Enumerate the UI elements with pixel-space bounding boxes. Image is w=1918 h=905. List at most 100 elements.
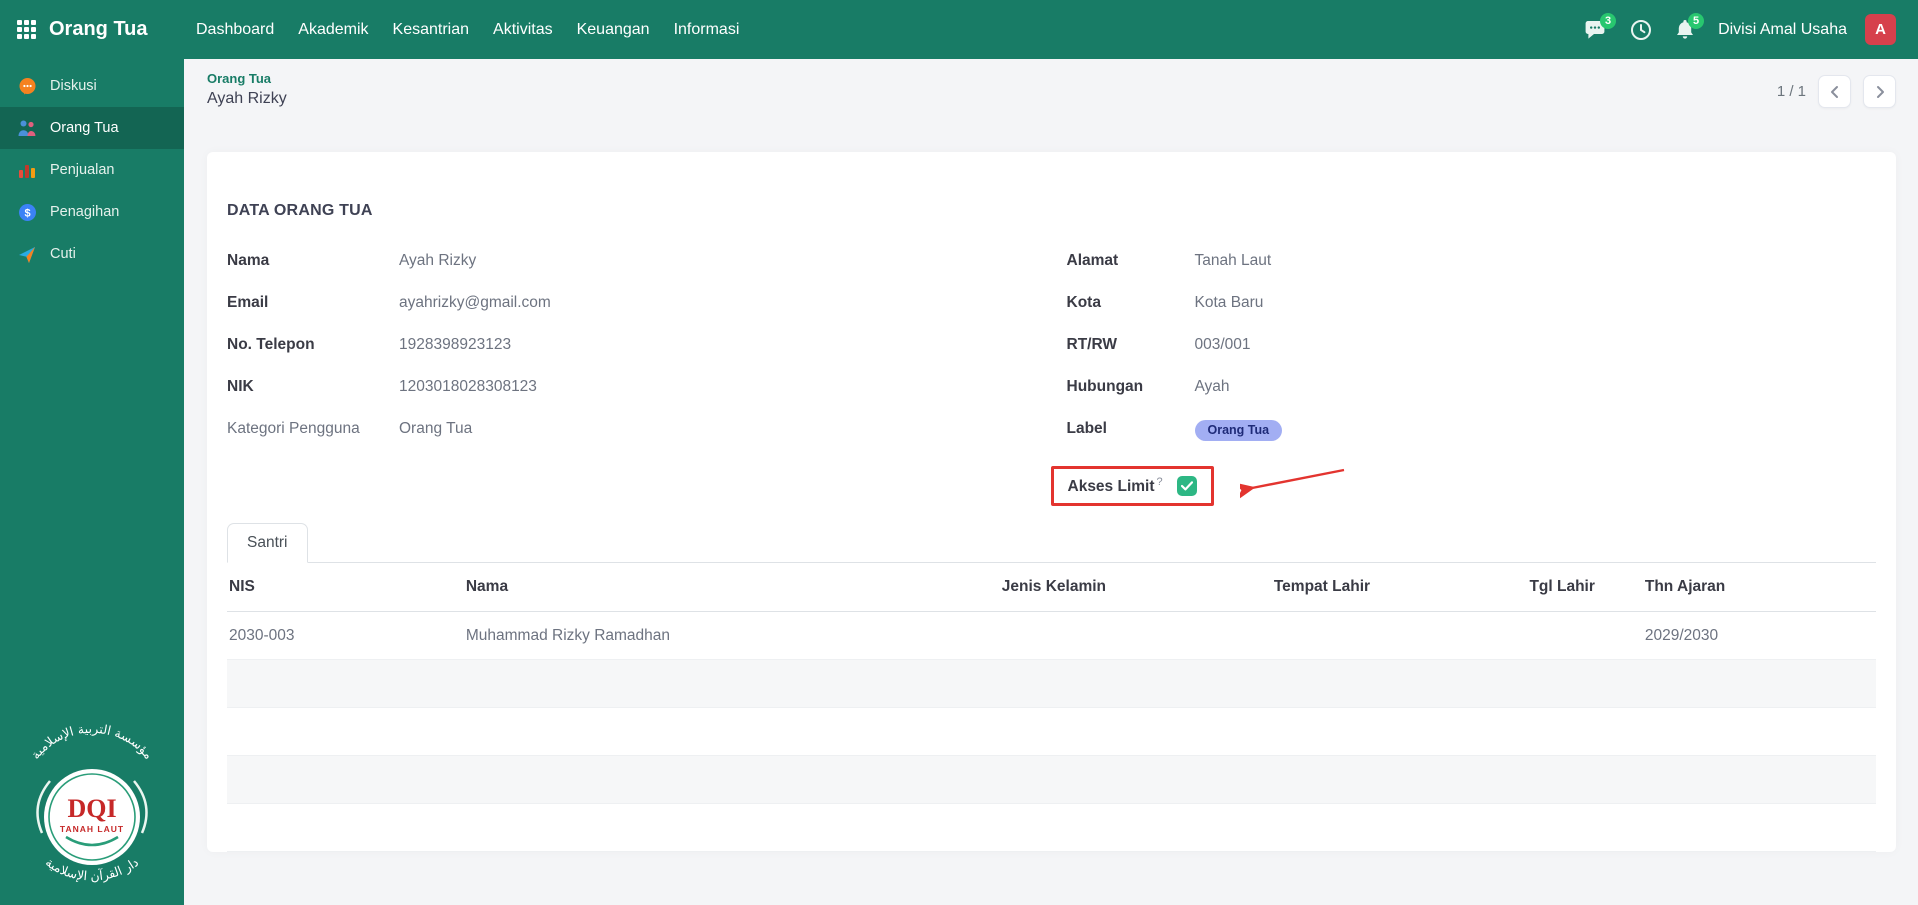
sidebar-item-label: Cuti: [50, 246, 76, 262]
akses-limit-checkbox[interactable]: [1177, 476, 1197, 496]
table-row-empty: [227, 708, 1876, 756]
prev-record-button[interactable]: [1818, 75, 1851, 108]
user-division[interactable]: Divisi Amal Usaha: [1718, 21, 1847, 39]
cell-thn-ajaran: 2029/2030: [1637, 612, 1876, 660]
table-row[interactable]: 2030-003 Muhammad Rizky Ramadhan 2029/20…: [227, 612, 1876, 660]
field-rt-rw: RT/RW 003/001: [1067, 336, 1877, 378]
breadcrumb: Orang Tua Ayah Rizky: [207, 71, 287, 108]
page-title: Orang Tua: [49, 18, 148, 41]
history-button[interactable]: [1624, 13, 1658, 47]
sidebar: Diskusi Orang Tua: [0, 59, 184, 905]
field-hubungan: Hubungan Ayah: [1067, 378, 1877, 420]
col-header-tempat-lahir: Tempat Lahir: [1266, 563, 1522, 612]
field-email: Email ayahrizky@gmail.com: [227, 294, 1037, 336]
field-label: Nama: [227, 252, 399, 270]
nav-item-akademik[interactable]: Akademik: [286, 0, 380, 59]
label-badge: Orang Tua: [1195, 420, 1283, 441]
notifications-count-badge: 5: [1688, 13, 1704, 29]
avatar[interactable]: A: [1865, 14, 1896, 45]
annotation-box: Akses Limit?: [1051, 466, 1214, 506]
field-value: Kota Baru: [1195, 294, 1264, 312]
field-label: NIK: [227, 378, 399, 396]
field-value: Orang Tua: [399, 420, 472, 438]
svg-text:$: $: [24, 207, 30, 219]
fields-right-column: Alamat Tanah Laut Kota Kota Baru RT/RW 0…: [1067, 252, 1877, 506]
table-row-empty: [227, 804, 1876, 852]
cell-tempat-lahir: [1266, 612, 1522, 660]
field-nik: NIK 1203018028308123: [227, 378, 1037, 420]
sidebar-item-orang-tua[interactable]: Orang Tua: [0, 107, 184, 149]
sidebar-item-label: Penjualan: [50, 162, 115, 178]
svg-text:مؤسسة التربية الإسلامية: مؤسسة التربية الإسلامية: [28, 721, 157, 762]
col-header-nis: NIS: [227, 563, 458, 612]
santri-table: NIS Nama Jenis Kelamin Tempat Lahir Tgl …: [227, 563, 1876, 852]
tab-santri[interactable]: Santri: [227, 523, 308, 563]
field-label: Email: [227, 294, 399, 312]
messages-button[interactable]: 3: [1580, 13, 1614, 47]
sidebar-item-diskusi[interactable]: Diskusi: [0, 65, 184, 107]
breadcrumb-current: Ayah Rizky: [207, 90, 287, 108]
field-label: RT/RW: [1067, 336, 1195, 354]
field-alamat: Alamat Tanah Laut: [1067, 252, 1877, 294]
cell-jenis-kelamin: [994, 612, 1266, 660]
nav-item-dashboard[interactable]: Dashboard: [184, 0, 286, 59]
annotation-arrow: [1240, 464, 1352, 500]
col-header-jenis-kelamin: Jenis Kelamin: [994, 563, 1266, 612]
field-label: No. Telepon: [227, 336, 399, 354]
top-navbar: Orang Tua Dashboard Akademik Kesantrian …: [0, 0, 1918, 59]
field-value: Ayah Rizky: [399, 252, 476, 270]
table-row-empty: [227, 756, 1876, 804]
field-label: Hubungan: [1067, 378, 1195, 396]
field-value: 1928398923123: [399, 336, 511, 354]
chevron-right-icon: [1873, 85, 1887, 99]
main-content: Orang Tua Ayah Rizky 1 / 1 DATA ORANG TU: [184, 59, 1918, 852]
field-value: Tanah Laut: [1195, 252, 1272, 270]
check-icon: [1181, 481, 1193, 491]
navbar-right: 3 5 Divisi Amal Usaha A: [1580, 13, 1918, 47]
field-label: Kategori Pengguna: [227, 420, 399, 438]
breadcrumb-section-link[interactable]: Orang Tua: [207, 71, 287, 86]
main-nav: Dashboard Akademik Kesantrian Aktivitas …: [184, 0, 751, 59]
logo-arabic-top: مؤسسة التربية الإسلامية: [28, 721, 157, 762]
record-pager: 1 / 1: [1777, 75, 1896, 108]
dollar-coin-icon: $: [17, 202, 37, 222]
nav-item-aktivitas[interactable]: Aktivitas: [481, 0, 565, 59]
cell-tgl-lahir: [1521, 612, 1636, 660]
pager-count: 1 / 1: [1777, 83, 1806, 100]
sidebar-item-label: Diskusi: [50, 78, 97, 94]
sidebar-item-cuti[interactable]: Cuti: [0, 233, 184, 275]
chevron-left-icon: [1828, 85, 1842, 99]
card-title: DATA ORANG TUA: [227, 202, 1876, 220]
field-value: ayahrizky@gmail.com: [399, 294, 551, 312]
org-logo: مؤسسة التربية الإسلامية DQI TANAH LAUT د…: [0, 711, 184, 905]
apps-grid-icon[interactable]: [17, 20, 36, 39]
logo-abbr: DQI: [67, 794, 116, 823]
brand: Orang Tua: [0, 18, 184, 41]
field-nama: Nama Ayah Rizky: [227, 252, 1037, 294]
field-no-telepon: No. Telepon 1928398923123: [227, 336, 1037, 378]
akses-limit-label: Akses Limit?: [1068, 476, 1163, 496]
clock-icon: [1630, 19, 1652, 41]
notifications-button[interactable]: 5: [1668, 13, 1702, 47]
sidebar-item-penagihan[interactable]: $ Penagihan: [0, 191, 184, 233]
leave-icon: [17, 244, 37, 264]
field-akses-limit: Akses Limit?: [1067, 466, 1877, 506]
help-hint: ?: [1157, 476, 1163, 488]
col-header-tgl-lahir: Tgl Lahir: [1521, 563, 1636, 612]
nav-item-keuangan[interactable]: Keuangan: [565, 0, 662, 59]
nav-item-kesantrian[interactable]: Kesantrian: [381, 0, 482, 59]
people-icon: [17, 118, 37, 138]
sidebar-item-penjualan[interactable]: Penjualan: [0, 149, 184, 191]
col-header-nama: Nama: [458, 563, 994, 612]
chat-bubble-icon: [17, 76, 37, 96]
tab-bar: Santri: [227, 522, 1876, 563]
field-kota: Kota Kota Baru: [1067, 294, 1877, 336]
cell-nis: 2030-003: [227, 612, 458, 660]
next-record-button[interactable]: [1863, 75, 1896, 108]
field-label: Kota: [1067, 294, 1195, 312]
nav-item-informasi[interactable]: Informasi: [662, 0, 752, 59]
sidebar-item-label: Penagihan: [50, 204, 119, 220]
field-label: Label: [1067, 420, 1195, 438]
table-row-empty: [227, 660, 1876, 708]
cell-nama: Muhammad Rizky Ramadhan: [458, 612, 994, 660]
